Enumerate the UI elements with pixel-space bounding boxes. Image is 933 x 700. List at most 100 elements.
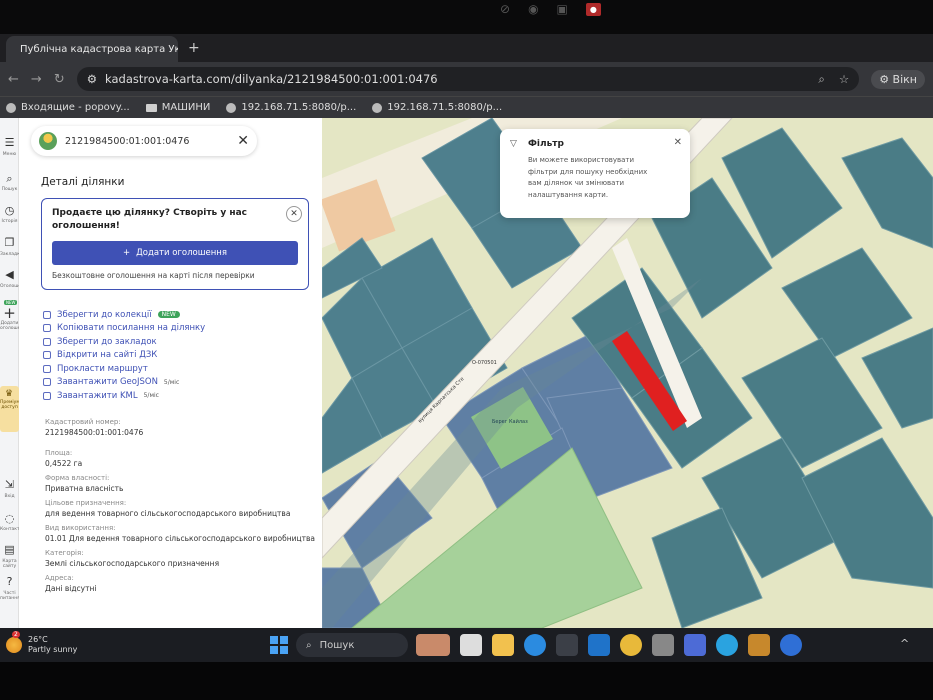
- download-geojson-link[interactable]: Завантажити GeoJSON 5/міс: [43, 376, 205, 390]
- bookmark-icon: [43, 337, 51, 346]
- chrome-icon[interactable]: [620, 634, 642, 656]
- quota-label: 5/міс: [163, 378, 180, 386]
- temperature: 26°C: [28, 635, 48, 644]
- rail-label: Оголошення: [0, 284, 30, 289]
- telegram-icon[interactable]: [716, 634, 738, 656]
- rail-label: Вхід: [4, 494, 15, 499]
- extension-button[interactable]: ⚙ Вікн: [871, 69, 925, 89]
- property-label: Кадастровий номер:: [45, 418, 121, 426]
- record-badge-icon: ●: [585, 2, 601, 16]
- mail-icon[interactable]: [588, 634, 610, 656]
- camera-off-icon: ⊘: [500, 2, 511, 16]
- help-icon[interactable]: ?: [1, 575, 18, 588]
- taskbar-apps: [416, 634, 802, 656]
- download-kml-link[interactable]: Завантажити KML 5/міс: [43, 389, 205, 403]
- back-icon[interactable]: ←: [8, 72, 19, 87]
- download-icon: [43, 391, 51, 400]
- panel-title: Деталі ділянки: [41, 176, 125, 188]
- edge-browser-icon[interactable]: [524, 634, 546, 656]
- action-label: Завантажити GeoJSON: [57, 377, 158, 388]
- sell-promo-card: Продаєте цю ділянку? Створіть у нас огол…: [41, 198, 309, 290]
- search-icon[interactable]: ⌕: [1, 172, 18, 186]
- plus-icon[interactable]: +: [1, 304, 18, 322]
- bookmark-item[interactable]: Входящие - popovy...: [6, 102, 130, 113]
- forward-icon[interactable]: →: [31, 72, 42, 87]
- add-listing-label: Додати оголошення: [136, 248, 227, 258]
- external-link-icon: [43, 351, 51, 360]
- folder-icon: [145, 103, 157, 112]
- bookmark-icon[interactable]: ❐: [1, 236, 18, 249]
- close-icon[interactable]: ✕: [674, 137, 682, 148]
- url-text: kadastrova-karta.com/dilyanka/2121984500…: [105, 72, 438, 86]
- rail-label: Закладки: [0, 252, 23, 257]
- messenger-icon[interactable]: [780, 634, 802, 656]
- map-icon[interactable]: ▤: [1, 543, 18, 556]
- menu-icon[interactable]: ☰: [1, 136, 18, 149]
- task-view-icon[interactable]: [460, 634, 482, 656]
- copy-icon: [43, 324, 51, 333]
- widget-thumbnail-icon[interactable]: [416, 634, 450, 656]
- property-value: для ведення товарного сільськогосподарсь…: [45, 509, 291, 518]
- megaphone-icon[interactable]: ◀: [1, 268, 18, 281]
- property-label: Площа:: [45, 449, 73, 457]
- search-icon: ⌕: [306, 639, 312, 651]
- cadastral-map[interactable]: вулиця Карпатська Сте Берег Кайлаз О-070…: [322, 118, 933, 628]
- remote-desktop-icon[interactable]: [684, 634, 706, 656]
- browser-tab[interactable]: Публічна кадастрова карта Ук ✕: [6, 36, 178, 62]
- action-label: Прокласти маршрут: [57, 363, 148, 374]
- quota-label: 5/міс: [143, 392, 159, 400]
- reload-icon[interactable]: ↻: [54, 72, 65, 87]
- save-bookmark-link[interactable]: Зберегти до закладок: [43, 335, 205, 349]
- windows-taskbar: 2 26°C Partly sunny ⌕ Пошук ^: [0, 628, 933, 662]
- tray-chevron-icon[interactable]: ^: [900, 637, 909, 650]
- route-link[interactable]: Прокласти маршрут: [43, 362, 205, 376]
- taskbar-search-input[interactable]: ⌕ Пошук: [296, 633, 408, 657]
- rail-label: Контакти: [0, 527, 23, 532]
- promo-heading: Продаєте цю ділянку? Створіть у нас огол…: [52, 208, 248, 231]
- address-bar[interactable]: ⚙ kadastrova-karta.com/dilyanka/21219845…: [76, 67, 860, 91]
- weather-badge: 2: [12, 631, 20, 638]
- copy-link[interactable]: Копіювати посилання на ділянку: [43, 322, 205, 336]
- mail-icon: [6, 102, 16, 113]
- laptop-bezel: ⊘ ◉ ▣ ●: [0, 0, 933, 34]
- poi-label: Берег Кайлаз: [492, 418, 528, 425]
- search-value: 2121984500:01:001:0476: [65, 135, 190, 147]
- windows-start-icon[interactable]: [270, 636, 288, 654]
- weather-sun-icon: [6, 637, 22, 653]
- new-tab-icon[interactable]: +: [188, 40, 200, 56]
- browser-toolbar: ← → ↻ ⚙ kadastrova-karta.com/dilyanka/21…: [0, 62, 933, 96]
- close-icon[interactable]: ✕: [286, 206, 302, 222]
- add-listing-button[interactable]: + Додати оголошення: [52, 241, 298, 265]
- weather-widget[interactable]: 2 26°C Partly sunny: [6, 628, 77, 662]
- chat-icon[interactable]: ◌: [1, 512, 18, 525]
- rail-label: Карта сайту: [2, 559, 17, 569]
- cadastral-search-input[interactable]: 2121984500:01:001:0476 ✕: [31, 126, 257, 156]
- save-to-collection-link[interactable]: Зберегти до колекції NEW: [43, 308, 205, 322]
- bookmark-item[interactable]: МАШИНИ: [145, 102, 210, 113]
- close-icon[interactable]: ✕: [237, 133, 249, 149]
- file-explorer-icon[interactable]: [492, 634, 514, 656]
- property-value: Землі сільськогосподарського призначення: [45, 559, 220, 568]
- history-icon[interactable]: ◷: [1, 204, 18, 217]
- archive-icon[interactable]: [748, 634, 770, 656]
- property-label: Вид використання:: [45, 524, 116, 532]
- bookmark-star-icon[interactable]: ☆: [839, 72, 849, 87]
- search-placeholder: Пошук: [319, 639, 355, 651]
- rail-label: Додати оголошення: [0, 321, 29, 331]
- login-icon[interactable]: ⇲: [1, 478, 18, 491]
- action-label: Зберегти до закладок: [57, 336, 157, 347]
- parcel-details-panel: 2121984500:01:001:0476 ✕ Деталі ділянки …: [19, 118, 322, 628]
- action-label: Зберегти до колекції: [57, 309, 152, 320]
- site-info-icon[interactable]: ⚙: [87, 72, 97, 86]
- bookmark-item[interactable]: 192.168.71.5:8080/p...: [372, 102, 502, 113]
- calculator-icon[interactable]: [652, 634, 674, 656]
- rail-label: Часті питання: [0, 591, 20, 601]
- zoom-icon[interactable]: ⌕: [818, 72, 824, 87]
- rail-label: Пошук: [1, 187, 18, 192]
- bookmark-item[interactable]: 192.168.71.5:8080/p...: [226, 102, 356, 113]
- store-icon[interactable]: [556, 634, 578, 656]
- premium-button[interactable]: ♛ Преміум доступ: [0, 386, 20, 432]
- action-label: Завантажити KML: [57, 390, 138, 401]
- open-dzk-link[interactable]: Відкрити на сайті ДЗК: [43, 349, 205, 363]
- collection-icon: [43, 310, 51, 319]
